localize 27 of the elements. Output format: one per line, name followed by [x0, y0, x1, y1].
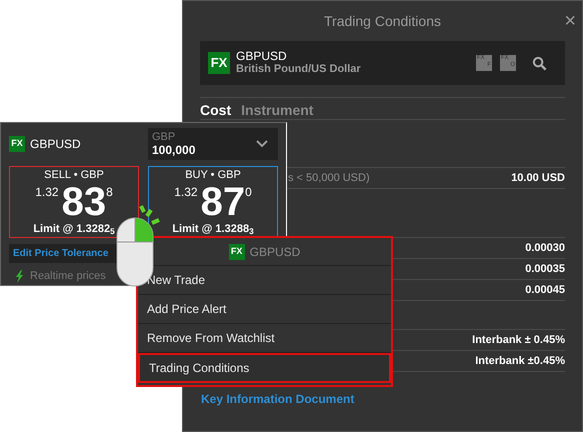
lightning-icon [15, 270, 24, 283]
fx-badge: FX [9, 136, 25, 152]
fx-badge: FX [228, 244, 245, 260]
row-value: Interbank ±0.45% [475, 354, 565, 369]
amount-dropdown[interactable]: GBP 100,000 [148, 128, 278, 160]
dialog-title: Trading Conditions [324, 12, 441, 31]
row-value: 0.00035 [525, 262, 565, 277]
menu-item[interactable]: Add Price Alert [138, 295, 391, 324]
tab[interactable]: Cost [200, 100, 232, 119]
tab[interactable]: Instrument [241, 100, 314, 119]
row-value: 0.00045 [525, 282, 565, 298]
menu-item[interactable]: Trading Conditions [138, 353, 391, 383]
status-text: Realtime prices [30, 269, 106, 284]
key-information-link[interactable]: Key Information Document [201, 390, 354, 408]
close-button[interactable]: × [564, 11, 576, 31]
search-icon[interactable] [532, 56, 547, 70]
edit-price-tolerance-button[interactable]: Edit Price Tolerance [9, 244, 117, 263]
ticket-symbol: GBPUSD [30, 136, 81, 153]
row-value: 0.00030 [525, 240, 565, 256]
instrument-name: British Pound/US Dollar [236, 63, 361, 76]
menu-title: GBPUSD [250, 244, 300, 260]
instrument-symbol: GBPUSD [236, 50, 288, 63]
row-value: Interbank ± 0.45% [472, 332, 565, 348]
chevron-down-icon [256, 140, 268, 148]
row-value: 10.00 USD [511, 170, 565, 186]
row-label: s < 50,000 USD) [288, 170, 370, 186]
fx-badge: FX [208, 52, 230, 74]
